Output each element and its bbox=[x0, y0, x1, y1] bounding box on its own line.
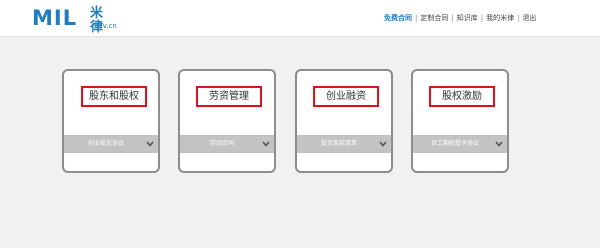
category-card-financing[interactable]: 创业融资 投资条款清单 bbox=[295, 69, 393, 173]
card-dropdown[interactable]: 员工期权授予协议 bbox=[413, 135, 507, 153]
nav-separator: | bbox=[517, 14, 520, 22]
chevron-down-icon bbox=[261, 135, 271, 153]
nav-separator: | bbox=[415, 14, 418, 22]
logo-domain: milv.cn bbox=[92, 22, 117, 30]
site-header: MIL 米律 milv.cn 免费合同 | 定制合同 | 知识库 | 我的米律 | 退出 bbox=[0, 0, 600, 37]
nav-my-account[interactable]: 我的米律 bbox=[486, 14, 514, 22]
nav-logout[interactable]: 退出 bbox=[522, 14, 536, 22]
chevron-down-icon bbox=[378, 135, 388, 153]
nav-custom-contracts[interactable]: 定制合同 bbox=[420, 14, 448, 22]
top-navigation: 免费合同 | 定制合同 | 知识库 | 我的米律 | 退出 bbox=[384, 12, 536, 24]
chevron-down-icon bbox=[494, 135, 504, 153]
card-title: 创业融资 bbox=[313, 86, 379, 107]
category-card-equity[interactable]: 股东和股权 创业股东协议 bbox=[62, 69, 160, 173]
card-dropdown[interactable]: 劳动合同 bbox=[180, 135, 274, 153]
logo-chinese-name: 米律 bbox=[90, 6, 104, 35]
card-title: 股东和股权 bbox=[81, 86, 147, 107]
card-dropdown-label: 员工期权授予协议 bbox=[430, 140, 479, 147]
card-dropdown-label: 创业股东协议 bbox=[87, 140, 124, 147]
nav-separator: | bbox=[480, 14, 484, 22]
category-card-labor[interactable]: 劳资管理 劳动合同 bbox=[178, 69, 276, 173]
nav-free-contracts[interactable]: 免费合同 bbox=[384, 14, 412, 22]
nav-knowledge-base[interactable]: 知识库 bbox=[457, 14, 478, 22]
logo-mark: MIL bbox=[32, 6, 78, 30]
card-title: 劳资管理 bbox=[196, 86, 262, 107]
card-dropdown[interactable]: 投资条款清单 bbox=[297, 135, 391, 153]
card-title: 股权激励 bbox=[429, 86, 495, 107]
category-card-equity-incentive[interactable]: 股权激励 员工期权授予协议 bbox=[411, 69, 509, 173]
chevron-down-icon bbox=[145, 135, 155, 153]
card-dropdown-label: 劳动合同 bbox=[209, 140, 234, 147]
card-dropdown[interactable]: 创业股东协议 bbox=[64, 135, 158, 153]
nav-separator: | bbox=[451, 14, 454, 22]
card-dropdown-label: 投资条款清单 bbox=[320, 140, 357, 147]
